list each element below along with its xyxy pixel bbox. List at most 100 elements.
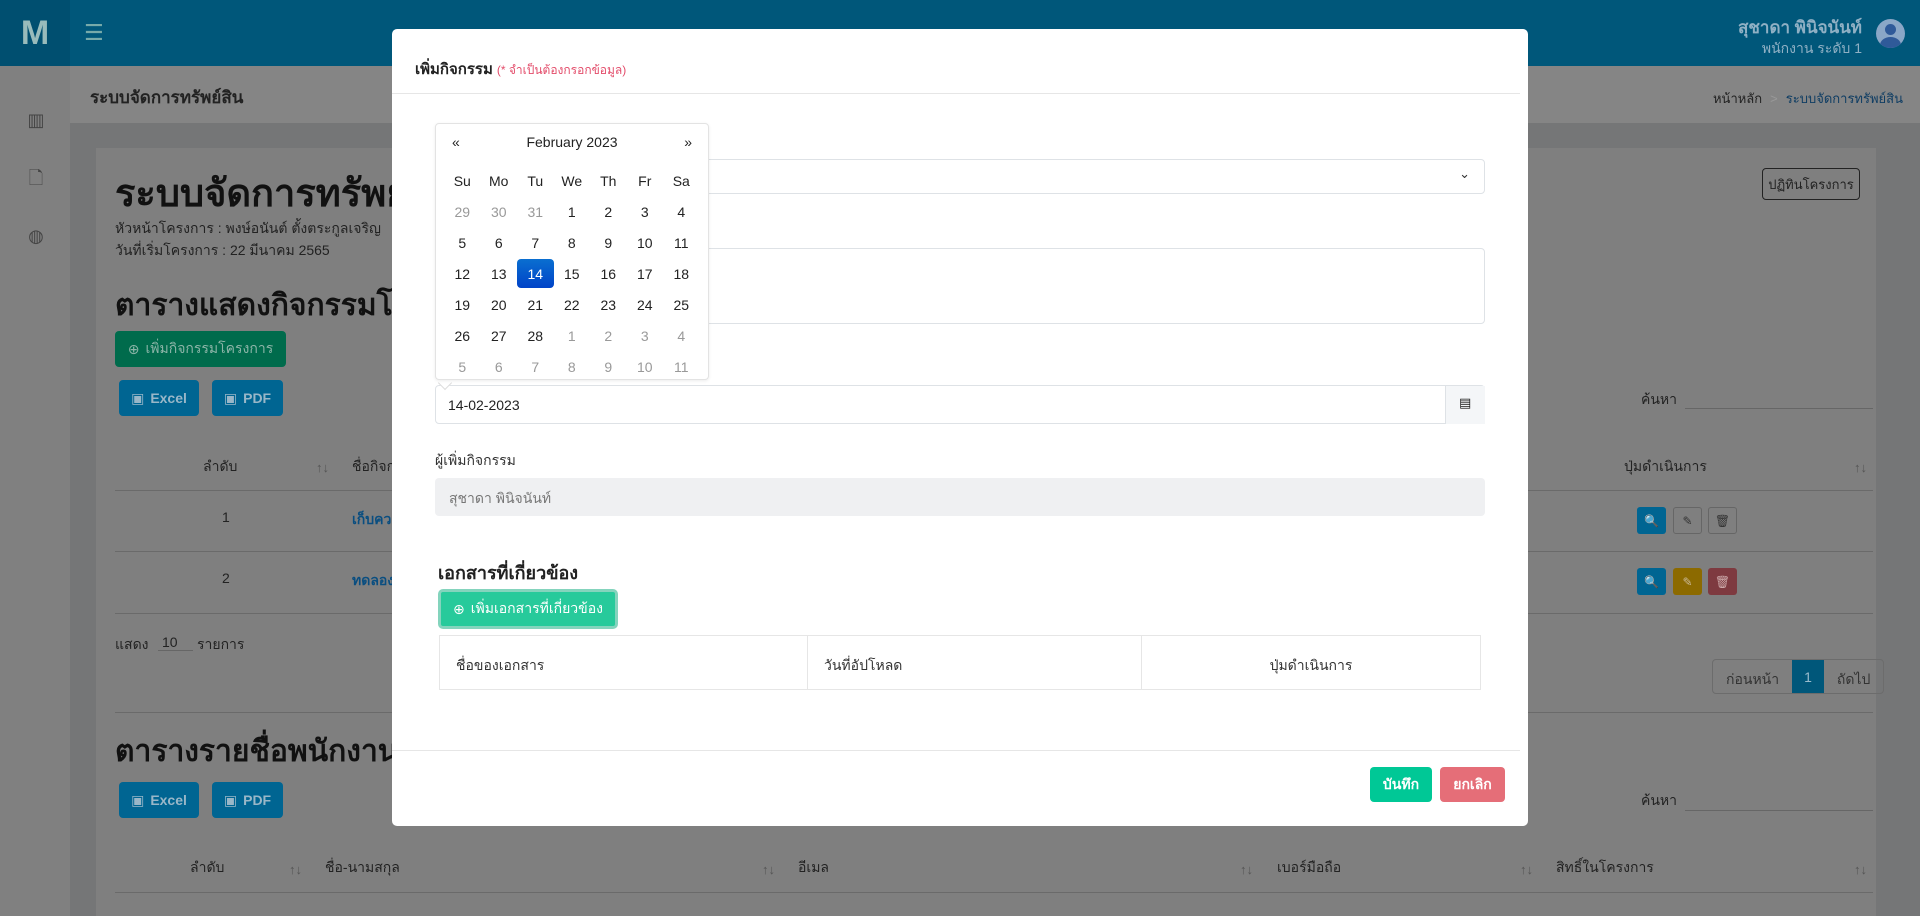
day-cell[interactable]: 1 [554,320,591,351]
sort-icon[interactable]: ↑↓ [1520,862,1533,877]
day-cell[interactable]: 12 [444,258,481,289]
day-cell[interactable]: 11 [663,227,700,258]
menu-toggle-icon[interactable]: ☰ [84,20,104,46]
activity-link[interactable]: ทดลอง [352,570,394,592]
sort-icon[interactable]: ↑↓ [1854,862,1867,877]
day-cell[interactable]: 26 [444,320,481,351]
day-cell[interactable]: 5 [444,351,481,382]
sort-icon[interactable]: ↑↓ [316,460,329,475]
sort-icon[interactable]: ↑↓ [1240,862,1253,877]
day-cell[interactable]: 20 [481,289,518,320]
day-cell[interactable]: 28 [517,320,554,351]
excel-export-button[interactable]: ▣ Excel [119,782,199,818]
month-label[interactable]: February 2023 [436,134,708,150]
breadcrumb-current[interactable]: ระบบจัดการทรัพย์สิน [1786,91,1903,106]
globe-icon[interactable]: ◍ [24,226,48,248]
weekday-header: Sa [672,172,690,189]
delete-button[interactable]: 🗑 [1708,507,1737,534]
employees-heading: ตารางรายชื่อพนักงาน [115,735,399,768]
activity-date-input[interactable] [435,385,1485,424]
next-page-button[interactable]: ถัดไป [1824,660,1884,693]
page-size-select[interactable]: 10 [158,634,193,651]
col-header-role[interactable]: สิทธิ์ในโครงการ [1556,857,1654,879]
sort-icon[interactable]: ↑↓ [762,862,775,877]
day-cell[interactable]: 7 [517,351,554,382]
day-cell[interactable]: 11 [663,351,700,382]
creator-label: ผู้เพิ่มกิจกรรม [435,452,516,468]
add-activity-button[interactable]: ⊕ เพิ่มกิจกรรมโครงการ [115,331,286,367]
cancel-button[interactable]: ยกเลิก [1440,767,1505,802]
calendar-button[interactable]: ▤ [1445,386,1485,424]
modal-title: เพิ่มกิจกรรม (* จำเป็นต้องกรอกข้อมูล) [415,61,627,78]
excel-export-button[interactable]: ▣ Excel [119,380,199,416]
col-header-no[interactable]: ลำดับ [190,857,224,879]
save-button[interactable]: บันทึก [1370,767,1432,802]
day-cell[interactable]: 21 [517,289,554,320]
search-input[interactable] [1685,810,1873,811]
day-cell[interactable]: 16 [590,258,627,289]
day-cell[interactable]: 25 [663,289,700,320]
day-cell[interactable]: 22 [554,289,591,320]
day-cell[interactable]: 8 [554,227,591,258]
sort-icon[interactable]: ↑↓ [289,862,302,877]
view-button[interactable]: 🔍 [1637,507,1666,534]
edit-button[interactable]: ✎ [1673,507,1702,534]
day-cell[interactable]: 4 [663,196,700,227]
pdf-icon: ▣ [223,389,238,406]
day-cell[interactable]: 4 [663,320,700,351]
day-cell[interactable]: 1 [554,196,591,227]
day-cell[interactable]: 10 [627,351,664,382]
day-cell[interactable]: 30 [481,196,518,227]
day-cell[interactable]: 13 [481,258,518,289]
chart-icon[interactable]: ▥ [24,110,48,132]
weekday-header: Su [453,172,471,189]
page-1-button[interactable]: 1 [1792,660,1824,693]
view-button[interactable]: 🔍 [1637,568,1666,595]
day-cell[interactable]: 10 [627,227,664,258]
app-logo[interactable]: M [0,0,70,66]
avatar[interactable] [1876,19,1905,48]
breadcrumb-home[interactable]: หน้าหลัก [1713,91,1762,106]
date-value: 14-02-2023 [448,397,520,413]
project-calendar-button[interactable]: ปฏิทินโครงการ [1762,168,1860,200]
day-cell[interactable]: 7 [517,227,554,258]
document-icon[interactable]: 🗋 [24,166,48,188]
day-cell[interactable]: 18 [663,258,700,289]
day-cell[interactable]: 23 [590,289,627,320]
day-cell[interactable]: 27 [481,320,518,351]
day-cell[interactable]: 3 [627,196,664,227]
day-cell[interactable]: 17 [627,258,664,289]
day-cell[interactable]: 2 [590,320,627,351]
day-cell[interactable]: 29 [444,196,481,227]
col-header-name[interactable]: ชื่อ-นามสกุล [325,857,400,879]
day-cell[interactable]: 15 [554,258,591,289]
day-cell[interactable]: 19 [444,289,481,320]
sort-icon[interactable]: ↑↓ [1854,460,1867,475]
col-header-actions[interactable]: ปุ่มดำเนินการ [1624,456,1707,478]
day-cell[interactable]: 6 [481,351,518,382]
day-cell[interactable]: 5 [444,227,481,258]
next-month-button[interactable]: » [684,134,692,150]
day-cell[interactable]: 8 [554,351,591,382]
delete-button[interactable]: 🗑 [1708,568,1737,595]
sidebar [0,66,70,916]
day-cell[interactable]: 31 [517,196,554,227]
prev-page-button[interactable]: ก่อนหน้า [1713,660,1792,693]
pdf-export-button[interactable]: ▣ PDF [212,380,283,416]
pdf-export-button[interactable]: ▣ PDF [212,782,283,818]
col-header-email[interactable]: อีเมล [798,857,829,879]
day-cell[interactable]: 6 [481,227,518,258]
col-header-no[interactable]: ลำดับ [203,456,237,478]
day-cell[interactable]: 9 [590,351,627,382]
search-input[interactable] [1685,408,1873,409]
add-document-button[interactable]: ⊕ เพิ่มเอกสารที่เกี่ยวข้อง [438,589,618,629]
row-divider [115,892,1873,893]
datepicker: « February 2023 » Su Mo Tu We Th Fr Sa 29 30 31 1 2… [435,123,709,380]
day-cell-selected[interactable]: 14 [517,259,554,288]
edit-button[interactable]: ✎ [1673,568,1702,595]
day-cell[interactable]: 9 [590,227,627,258]
day-cell[interactable]: 24 [627,289,664,320]
col-header-phone[interactable]: เบอร์มือถือ [1277,857,1341,879]
day-cell[interactable]: 2 [590,196,627,227]
day-cell[interactable]: 3 [627,320,664,351]
